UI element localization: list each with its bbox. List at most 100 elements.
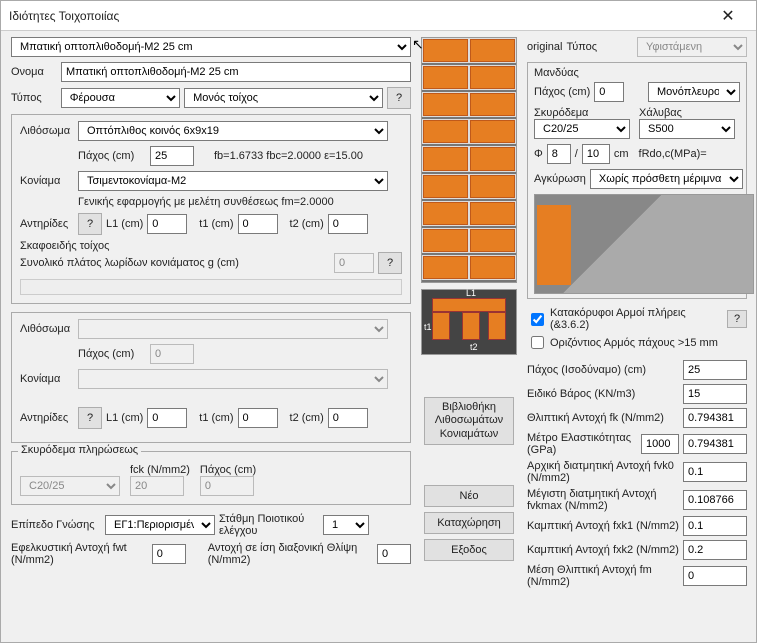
horizontal-joint-check[interactable] xyxy=(531,336,544,349)
rpaxos-input[interactable] xyxy=(683,360,747,380)
skyr-label: Σκυρόδεμα xyxy=(534,107,635,119)
rfm-label: Μέση Θλιπτική Αντοχή fm (N/mm2) xyxy=(527,564,679,588)
wall-preview xyxy=(421,37,517,283)
fwt-input[interactable] xyxy=(152,544,186,564)
rfxk2-label: Καμπτική Αντοχή fxk2 (N/mm2) xyxy=(527,544,679,556)
antirides2-label: Αντηρίδες xyxy=(20,412,74,424)
stathmi-label: Στάθμη Ποιοτικού ελέγχου xyxy=(219,513,319,537)
t2-label: t2 (cm) xyxy=(290,218,324,230)
cross-section-preview: t1 t2 L1 xyxy=(421,289,517,355)
type2-select[interactable]: Μονός τοίχος xyxy=(184,88,383,108)
xal-select[interactable]: S500 xyxy=(639,119,735,139)
mpaxos-input[interactable] xyxy=(594,82,624,102)
vertical-joints-check[interactable] xyxy=(531,313,544,326)
l1b-label: L1 (cm) xyxy=(106,412,143,424)
t2b-input[interactable] xyxy=(328,408,368,428)
rfxk2-input[interactable] xyxy=(683,540,747,560)
t1b-input[interactable] xyxy=(238,408,278,428)
layer2-group: Λιθόσωμα Πάχος (cm) Κονίαμα Αντηρίδες ? … xyxy=(11,312,411,443)
antirides1-help-button[interactable]: ? xyxy=(78,213,102,235)
fck-label: fck (N/mm2) xyxy=(130,464,190,476)
rfvkmax-input[interactable] xyxy=(683,490,747,510)
t1-input[interactable] xyxy=(238,214,278,234)
type1-select[interactable]: Φέρουσα xyxy=(61,88,180,108)
antirides2-help-button[interactable]: ? xyxy=(78,407,102,429)
rfxk1-input[interactable] xyxy=(683,516,747,536)
skaf-title: Σκαφοειδής τοίχος xyxy=(20,240,402,252)
progress-placeholder xyxy=(20,279,402,295)
lithosoma2-select xyxy=(78,319,388,339)
masonry-type-select[interactable]: Μπατική οπτοπλιθοδομή-M2 25 cm xyxy=(11,37,411,57)
name-label: Ονομα xyxy=(11,66,57,78)
epipedo-select[interactable]: ΕΓ1:Περιορισμένη xyxy=(105,515,215,535)
manduas-group: Μανδύας Πάχος (cm) Μονόπλευρος Σκυρόδεμα… xyxy=(527,62,747,299)
fwt-label: Εφελκυστική Αντοχή fwt (N/mm2) xyxy=(11,542,148,566)
t2b-label: t2 (cm) xyxy=(290,412,324,424)
type-label: Τύπος xyxy=(11,92,57,104)
t1b-label: t1 (cm) xyxy=(199,412,233,424)
fck-input xyxy=(130,476,184,496)
fb-text: fb=1.6733 fbc=2.0000 ε=15.00 xyxy=(214,150,363,162)
rfxk1-label: Καμπτική Αντοχή fxk1 (N/mm2) xyxy=(527,520,679,532)
rmet-input[interactable] xyxy=(683,434,747,454)
phi-label: Φ xyxy=(534,148,543,160)
fill-paxos-input xyxy=(200,476,254,496)
spacing-input[interactable] xyxy=(582,144,610,164)
diax-label: Αντοχή σε ίση διαξονική Θλίψη (N/mm2) xyxy=(208,542,373,566)
fill-combo: C20/25 xyxy=(20,476,120,496)
side-select[interactable]: Μονόπλευρος xyxy=(648,82,740,102)
rfvkmax-label: Μέγιστη διατμητική Αντοχή fvkmax (N/mm2) xyxy=(527,488,679,512)
t1-label: t1 (cm) xyxy=(199,218,233,230)
type-help-button[interactable]: ? xyxy=(387,87,411,109)
rtype-select: Υφιστάμενη xyxy=(637,37,747,57)
agk-select[interactable]: Χωρίς πρόσθετη μέριμνα xyxy=(590,169,743,189)
manduas-label: Μανδύας xyxy=(534,67,740,79)
rfvk0-input[interactable] xyxy=(683,462,747,482)
koniama1-desc: Γενικής εφαρμογής με μελέτη συνθέσεως fm… xyxy=(78,196,334,208)
skaf-desc: Συνολικό πλάτος λωρίδων κονιάματος g (cm… xyxy=(20,257,330,269)
rpaxos-label: Πάχος (Ισοδύναμο) (cm) xyxy=(527,364,679,376)
reid-input[interactable] xyxy=(683,384,747,404)
skaf-g-input xyxy=(334,253,374,273)
chk1-label: Κατακόρυφοι Αρμοί πλήρεις (&3.6.2) xyxy=(550,307,724,331)
t2-input[interactable] xyxy=(328,214,368,234)
titlebar: Ιδιότητες Τοιχοποιίας ↖ ✕ xyxy=(1,1,756,31)
antirides1-label: Αντηρίδες xyxy=(20,218,74,230)
close-icon[interactable]: ✕ xyxy=(708,6,748,26)
lithosoma1-select[interactable]: Οπτόπλιθος κοινός 6x9x19 xyxy=(78,121,388,141)
paxos1-label: Πάχος (cm) xyxy=(78,150,146,162)
rfvk0-label: Αρχική διατμητική Αντοχή fvk0 (N/mm2) xyxy=(527,460,679,484)
rfk-label: Θλιπτική Αντοχή fk (N/mm2) xyxy=(527,412,679,424)
lithosoma1-label: Λιθόσωμα xyxy=(20,125,74,137)
koniama1-select[interactable]: Τσιμεντοκονίαμα-M2 xyxy=(78,171,388,191)
l1b-input[interactable] xyxy=(147,408,187,428)
paxos2-input xyxy=(150,344,194,364)
library-button[interactable]: Βιβλιοθήκη Λιθοσωμάτων Κονιαμάτων xyxy=(424,397,514,445)
l1-label: L1 (cm) xyxy=(106,218,143,230)
skyr-select[interactable]: C20/25 xyxy=(534,119,630,139)
koniama2-select xyxy=(78,369,388,389)
rfk-input[interactable] xyxy=(683,408,747,428)
paxos1-input[interactable] xyxy=(150,146,194,166)
epipedo-label: Επίπεδο Γνώσης xyxy=(11,519,101,531)
wall-3d-preview xyxy=(534,194,754,294)
l1-input[interactable] xyxy=(147,214,187,234)
lithosoma2-label: Λιθόσωμα xyxy=(20,323,74,335)
stathmi-select[interactable]: 1 xyxy=(323,515,369,535)
save-button[interactable]: Καταχώρηση xyxy=(424,512,514,534)
rtype-label: Τύπος xyxy=(566,41,602,53)
paxos2-label: Πάχος (cm) xyxy=(78,348,146,360)
rmet-x-input[interactable] xyxy=(641,434,679,454)
skaf-help-button[interactable]: ? xyxy=(378,252,402,274)
agk-label: Αγκύρωση xyxy=(534,173,586,185)
rfm-input[interactable] xyxy=(683,566,747,586)
phi-input[interactable] xyxy=(547,144,571,164)
chk1-help-button[interactable]: ? xyxy=(727,310,747,328)
exit-button[interactable]: Εξοδος xyxy=(424,539,514,561)
window-title: Ιδιότητες Τοιχοποιίας xyxy=(9,9,119,23)
rmet-label: Μέτρο Ελαστικότητας (GPa) xyxy=(527,432,637,456)
new-button[interactable]: Νέο xyxy=(424,485,514,507)
koniama2-label: Κονίαμα xyxy=(20,373,74,385)
diax-input[interactable] xyxy=(377,544,411,564)
name-input[interactable] xyxy=(61,62,411,82)
